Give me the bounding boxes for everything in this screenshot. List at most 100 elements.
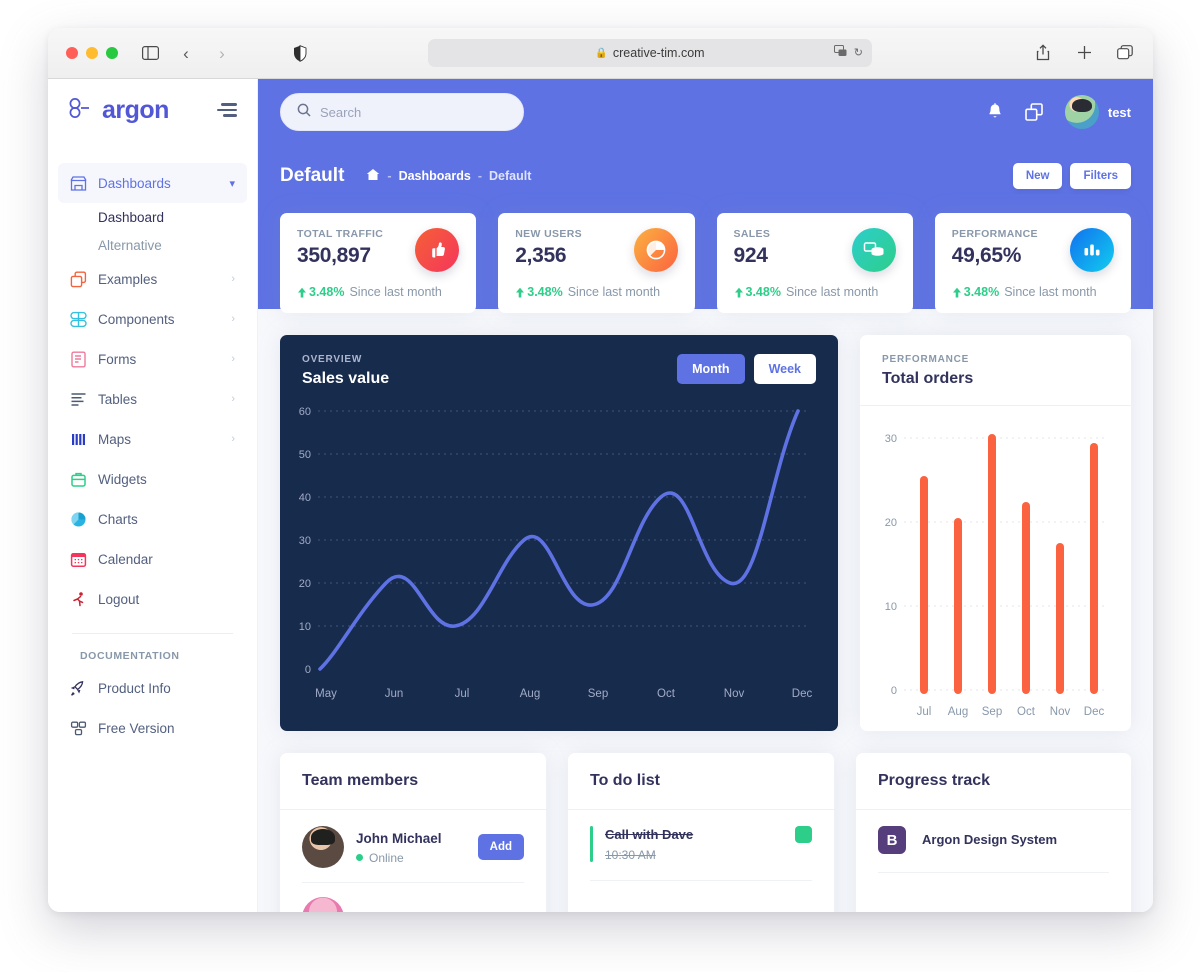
new-tab-icon[interactable] [1074, 42, 1094, 62]
bell-icon[interactable] [987, 103, 1003, 121]
stat-label: SALES [733, 228, 771, 240]
runner-icon [70, 591, 87, 608]
components-icon [70, 311, 87, 328]
bottom-row: Team members John Michael Online Add To … [258, 753, 1153, 912]
panel-title: Team members [302, 772, 419, 789]
team-members-panel: Team members John Michael Online Add [280, 753, 546, 912]
svg-text:Nov: Nov [1050, 706, 1071, 718]
chevron-down-icon: ▾ [229, 177, 235, 190]
stat-delta: 3.48% [297, 285, 344, 299]
list-item: B Argon Design System [878, 826, 1109, 873]
maximize-window-button[interactable] [106, 47, 118, 59]
search-box[interactable] [280, 93, 524, 131]
sidebar-item-dashboards[interactable]: Dashboards ▾ [58, 163, 247, 203]
search-icon [297, 103, 311, 122]
sidebar-item-free-version[interactable]: Free Version [58, 708, 247, 748]
sidebar-item-label: Free Version [98, 720, 175, 736]
minimize-window-button[interactable] [86, 47, 98, 59]
svg-text:20: 20 [885, 517, 897, 529]
reload-icon[interactable]: ↻ [854, 46, 863, 59]
sidebar-item-maps[interactable]: Maps › [58, 419, 247, 459]
traffic-lights[interactable] [66, 47, 118, 59]
sales-value-card: OVERVIEW Sales value Month Week 60 50 40… [280, 335, 838, 731]
sidebar-item-product-info[interactable]: Product Info [58, 668, 247, 708]
arrow-up-icon [298, 287, 306, 297]
svg-text:30: 30 [299, 535, 311, 547]
user-menu[interactable]: test [1064, 95, 1131, 129]
toggle-week[interactable]: Week [753, 354, 816, 384]
filters-button[interactable]: Filters [1070, 163, 1131, 189]
new-button[interactable]: New [1012, 163, 1063, 189]
toggle-month[interactable]: Month [677, 354, 745, 384]
card-eyebrow: PERFORMANCE [882, 354, 970, 365]
panel-title: Progress track [878, 772, 991, 789]
sidebar-subitem-dashboard[interactable]: Dashboard [98, 203, 247, 231]
sidebar-item-charts[interactable]: Charts [58, 499, 247, 539]
translate-icon[interactable] [833, 45, 847, 60]
charts-row: OVERVIEW Sales value Month Week 60 50 40… [258, 335, 1153, 731]
money-coins-icon [851, 228, 896, 272]
close-window-button[interactable] [66, 47, 78, 59]
browser-window: ‹ › 🔒 creative-tim.com ↻ argon Dashboard… [48, 28, 1153, 912]
sidebar-item-widgets[interactable]: Widgets [58, 459, 247, 499]
sidebar-item-forms[interactable]: Forms › [58, 339, 247, 379]
main-content: test Default - Dashboards - [258, 79, 1153, 912]
stat-note: Since last month [785, 285, 879, 299]
widget-box-icon [70, 471, 87, 488]
list-item [302, 897, 524, 912]
hamburger-icon[interactable] [217, 103, 237, 117]
back-icon[interactable]: ‹ [176, 43, 196, 63]
card-title: Total orders [882, 370, 974, 387]
home-icon[interactable] [366, 168, 380, 184]
bar-chart-icon [1070, 228, 1114, 272]
sidebar-subitem-label: Alternative [98, 237, 162, 253]
total-orders-bar-chart: 30 20 10 0 Jul Aug Sep Oct Nov Dec [860, 406, 1131, 731]
sidebar-item-logout[interactable]: Logout [58, 579, 247, 619]
online-dot-icon [356, 854, 363, 861]
forward-icon[interactable]: › [212, 43, 232, 63]
sidebar-item-components[interactable]: Components › [58, 299, 247, 339]
svg-text:Aug: Aug [520, 688, 540, 700]
svg-text:Jul: Jul [917, 706, 932, 718]
svg-text:0: 0 [891, 685, 897, 697]
tab-overview-icon[interactable] [1115, 42, 1135, 62]
todo-checkbox[interactable] [795, 826, 812, 843]
share-icon[interactable] [1033, 42, 1053, 62]
address-bar[interactable]: 🔒 creative-tim.com ↻ [428, 39, 872, 67]
breadcrumb-dashboards[interactable]: Dashboards [399, 169, 471, 183]
sidebar-subitem-alternative[interactable]: Alternative [98, 231, 247, 259]
svg-text:Dec: Dec [792, 688, 813, 700]
pie-chart-icon [633, 228, 678, 272]
stat-label: TOTAL TRAFFIC [297, 228, 384, 240]
sidebar-subnav: Dashboard Alternative [58, 203, 247, 259]
page-title: Default [280, 165, 345, 186]
sidebar-brand[interactable]: argon [48, 79, 257, 141]
add-member-button[interactable]: Add [477, 834, 524, 860]
form-icon [70, 351, 87, 368]
list-item[interactable]: Call with Dave 10:30 AM [590, 826, 812, 881]
sidebar-item-examples[interactable]: Examples › [58, 259, 247, 299]
sidebar-item-tables[interactable]: Tables › [58, 379, 247, 419]
progress-name: Argon Design System [922, 832, 1058, 847]
screen: ‹ › 🔒 creative-tim.com ↻ argon Dashboard… [0, 0, 1200, 972]
list-item: John Michael Online Add [302, 826, 524, 883]
apps-icon[interactable] [1025, 103, 1043, 121]
sidebar-subitem-label: Dashboard [98, 209, 165, 225]
svg-text:Dec: Dec [1084, 706, 1105, 718]
sidebar-item-calendar[interactable]: Calendar [58, 539, 247, 579]
layers-icon [70, 720, 87, 737]
privacy-shield-icon[interactable] [290, 43, 310, 63]
svg-text:30: 30 [885, 433, 897, 445]
sidebar-toggle-icon[interactable] [140, 43, 160, 63]
svg-text:10: 10 [299, 621, 311, 633]
chevron-right-icon: › [231, 313, 235, 325]
todo-accent-bar [590, 826, 593, 862]
todo-time: 10:30 AM [605, 848, 656, 862]
stat-card-total-traffic: TOTAL TRAFFIC 350,897 3.48% Since last m… [280, 213, 477, 313]
svg-text:Sep: Sep [982, 706, 1002, 718]
browser-titlebar: ‹ › 🔒 creative-tim.com ↻ [48, 28, 1153, 79]
svg-text:60: 60 [299, 406, 311, 418]
search-input[interactable] [320, 104, 507, 120]
sidebar-item-label: Widgets [98, 471, 147, 487]
app-root: argon Dashboards ▾ Dashboard Alternative… [48, 79, 1153, 912]
